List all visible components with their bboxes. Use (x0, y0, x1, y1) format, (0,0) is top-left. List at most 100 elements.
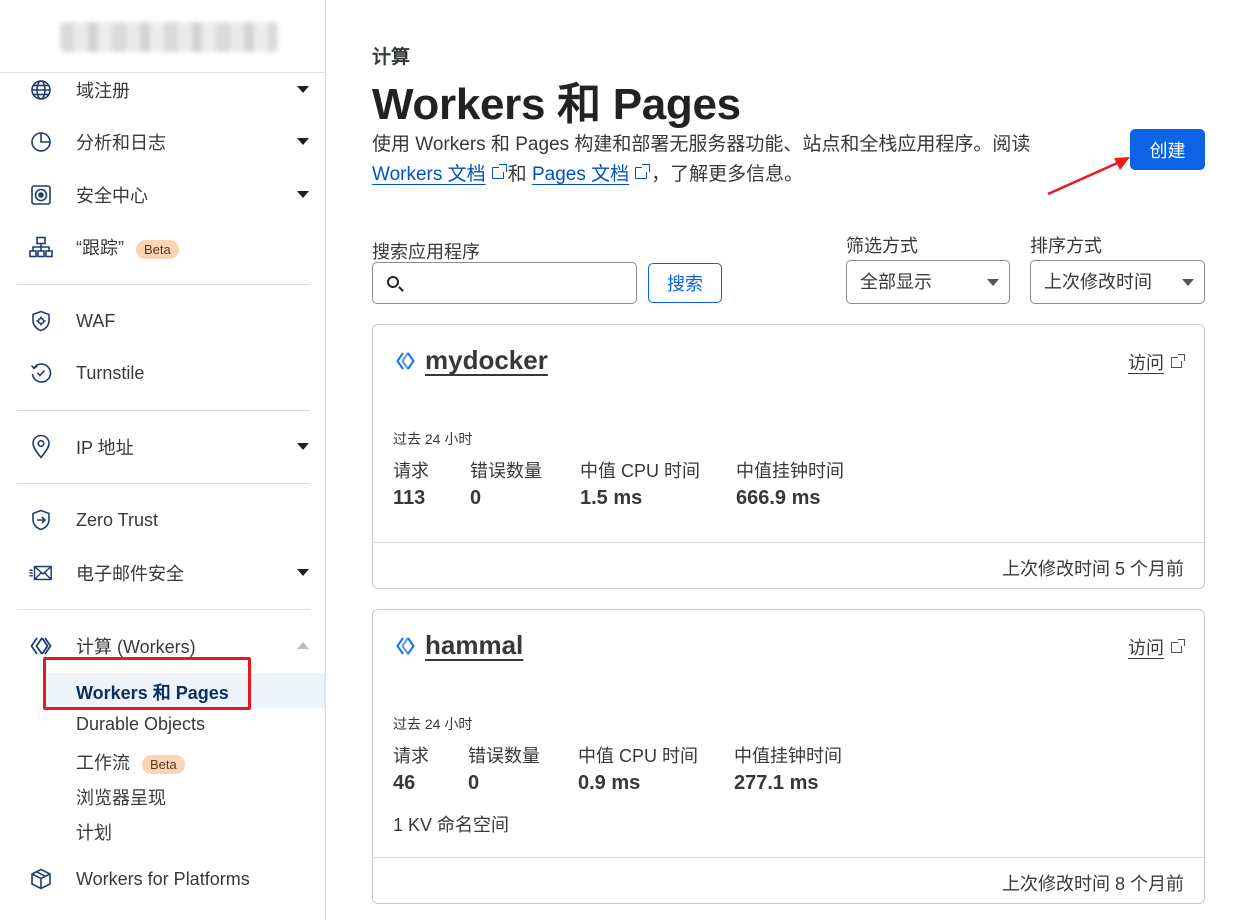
metric-label: 错误数量 (468, 746, 540, 766)
divider (17, 483, 310, 484)
sitemap-icon (29, 235, 53, 259)
search-icon (387, 276, 399, 288)
app-card: hammal 访问 过去 24 小时 请求 46 错误数量 0 中值 CPU 时… (372, 609, 1205, 904)
metric-value: 666.9 ms (736, 487, 821, 509)
beta-badge: Beta (142, 754, 185, 774)
workers-logo-icon (395, 634, 419, 663)
last-modified: 上次修改时间 8 个月前 (1001, 874, 1184, 894)
email-icon (29, 561, 53, 585)
sidebar-item-label-wrap: “跟踪” Beta (76, 234, 179, 260)
metric-value: 46 (393, 772, 416, 794)
sidebar-item-label: 域注册 (76, 81, 130, 101)
sidebar-item-label: “跟踪” (76, 238, 124, 258)
app-name-link[interactable]: hammal (425, 630, 523, 661)
filter-select[interactable]: 全部显示 (846, 260, 1010, 304)
turnstile-icon (29, 361, 53, 385)
workers-docs-link[interactable]: Workers 文档 (372, 164, 486, 185)
sidebar-item-analytics-logs[interactable]: 分析和日志 (17, 122, 317, 162)
metric-label: 错误数量 (470, 461, 542, 481)
account-name-blurred[interactable] (60, 22, 278, 52)
filter-label: 筛选方式 (846, 236, 918, 256)
app-name-link[interactable]: mydocker (425, 345, 548, 376)
description-text: 和 (507, 164, 527, 185)
chevron-down-icon (1182, 279, 1194, 286)
sort-select[interactable]: 上次修改时间 (1030, 260, 1205, 304)
metric-errors: 错误数量 0 (470, 457, 542, 510)
chevron-down-icon (297, 86, 309, 93)
metric-cpu-time: 中值 CPU 时间 0.9 ms (578, 742, 698, 795)
sidebar: 域注册 分析和日志 安全中心 “跟踪” Beta WAF Turnstile I… (0, 0, 326, 920)
metric-wall-time: 中值挂钟时间 666.9 ms (736, 457, 844, 510)
sidebar-item-label: Zero Trust (76, 509, 159, 530)
metric-label: 中值挂钟时间 (734, 746, 842, 766)
metrics-period: 过去 24 小时 (393, 716, 473, 732)
metric-wall-time: 中值挂钟时间 277.1 ms (734, 742, 842, 795)
visit-label: 访问 (1128, 638, 1164, 658)
sidebar-item-waf[interactable]: WAF (17, 301, 317, 341)
sidebar-item-label: WAF (76, 310, 116, 331)
sidebar-item-workers-for-platforms[interactable]: Workers for Platforms (17, 859, 317, 899)
metric-value: 0 (468, 772, 480, 794)
pages-docs-link[interactable]: Pages 文档 (532, 164, 629, 185)
sidebar-item-label: IP 地址 (76, 438, 134, 458)
visit-link[interactable]: 访问 (1128, 634, 1185, 660)
metric-label: 请求 (393, 746, 429, 766)
sidebar-item-label: 分析和日志 (76, 133, 166, 153)
sidebar-item-label: Turnstile (76, 362, 145, 383)
annotation-highlight-box (43, 657, 251, 710)
metric-label: 请求 (393, 461, 429, 481)
sidebar-item-tracing[interactable]: “跟踪” Beta (17, 227, 317, 267)
sidebar-item-label: 计算 (Workers) (76, 637, 196, 657)
sidebar-item-email-security[interactable]: 电子邮件安全 (17, 553, 317, 593)
chevron-up-icon (297, 642, 309, 649)
app-card: mydocker 访问 过去 24 小时 请求 113 错误数量 0 中值 CP… (372, 324, 1205, 589)
chevron-down-icon (297, 569, 309, 576)
metric-label: 中值 CPU 时间 (578, 746, 699, 766)
sidebar-item-domain-registration[interactable]: 域注册 (17, 70, 317, 110)
chevron-down-icon (297, 191, 309, 198)
sidebar-item-label: 工作流 (76, 753, 130, 773)
sidebar-subitem-browser-rendering[interactable]: 浏览器呈现 (76, 784, 166, 810)
card-footer: 上次修改时间 8 个月前 (373, 857, 1204, 903)
sidebar-subitem-durable-objects[interactable]: Durable Objects (76, 714, 205, 735)
metric-value: 0 (470, 487, 482, 509)
sidebar-item-turnstile[interactable]: Turnstile (17, 353, 317, 393)
metric-label: 中值 CPU 时间 (580, 461, 701, 481)
shield-target-icon (29, 183, 53, 207)
globe-icon (29, 78, 53, 102)
pie-chart-icon (29, 130, 53, 154)
location-pin-icon (29, 435, 53, 459)
sidebar-item-security-center[interactable]: 安全中心 (17, 175, 317, 215)
description-text: ，了解更多信息。 (651, 164, 804, 185)
chevron-down-icon (297, 138, 309, 145)
metric-requests: 请求 113 (393, 457, 429, 510)
chevron-down-icon (987, 279, 999, 286)
metric-label: 中值挂钟时间 (736, 461, 844, 481)
metric-requests: 请求 46 (393, 742, 429, 795)
external-link-icon (1171, 639, 1185, 653)
sidebar-item-ip-addresses[interactable]: IP 地址 (17, 427, 317, 467)
search-input[interactable] (372, 262, 637, 304)
sidebar-subitem-workflows[interactable]: 工作流 Beta (76, 749, 185, 775)
annotation-arrow-icon (1047, 157, 1130, 196)
page-title: Workers 和 Pages (372, 80, 741, 129)
divider (17, 410, 310, 411)
external-link-icon (1171, 354, 1185, 368)
sidebar-item-label: 电子邮件安全 (76, 564, 184, 584)
divider (17, 284, 310, 285)
external-link-icon (491, 164, 507, 179)
metric-cpu-time: 中值 CPU 时间 1.5 ms (580, 457, 700, 510)
sidebar-item-zero-trust[interactable]: Zero Trust (17, 500, 317, 540)
main-content: 计算 Workers 和 Pages 使用 Workers 和 Pages 构建… (326, 0, 1236, 920)
metric-value: 277.1 ms (734, 772, 819, 794)
search-button[interactable]: 搜索 (648, 263, 722, 303)
visit-label: 访问 (1128, 353, 1164, 373)
bindings-summary: 1 KV 命名空间 (393, 815, 510, 835)
visit-link[interactable]: 访问 (1128, 349, 1185, 375)
metric-value: 1.5 ms (580, 487, 643, 509)
zero-trust-icon (29, 508, 53, 532)
metric-value: 0.9 ms (578, 772, 641, 794)
create-button[interactable]: 创建 (1130, 129, 1205, 170)
metrics-period: 过去 24 小时 (393, 431, 473, 447)
sidebar-subitem-plans[interactable]: 计划 (76, 819, 112, 845)
